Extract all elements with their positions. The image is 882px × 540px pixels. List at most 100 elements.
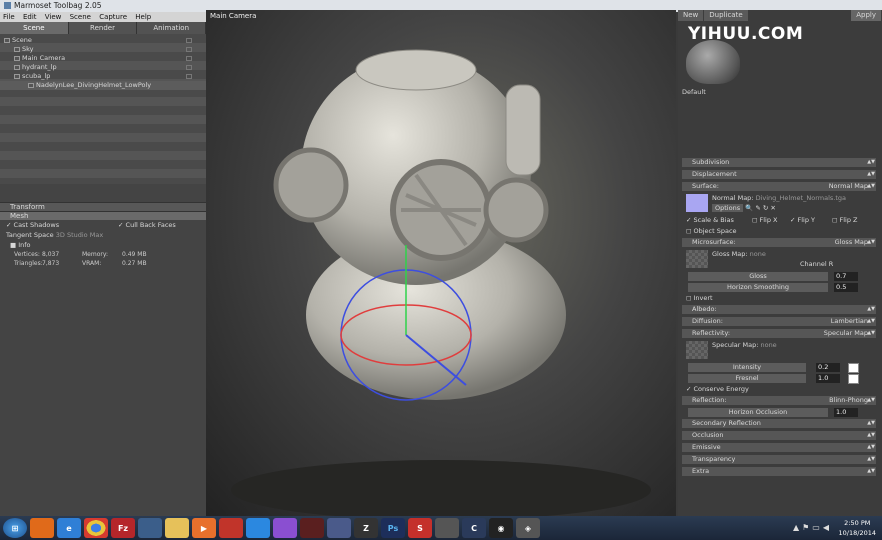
reflectivity-select[interactable]: Specular Map xyxy=(824,329,868,338)
toolbag-icon[interactable] xyxy=(435,518,459,538)
app-icon[interactable] xyxy=(273,518,297,538)
menu-help[interactable]: Help xyxy=(135,13,151,21)
intensity-slider[interactable]: Intensity xyxy=(688,363,806,372)
menu-capture[interactable]: Capture xyxy=(99,13,127,21)
tangent-space-select[interactable]: 3D Studio Max xyxy=(56,231,103,239)
menu-scene[interactable]: Scene xyxy=(70,13,91,21)
fresnel-color-swatch[interactable] xyxy=(848,374,859,384)
secondary-reflection-header[interactable]: Secondary Reflection ▲▼ xyxy=(682,419,876,428)
cull-back-faces-toggle[interactable]: ✓ Cull Back Faces xyxy=(118,220,176,230)
tree-node-main-camera[interactable]: Main Camera xyxy=(0,54,206,63)
tab-scene[interactable]: Scene xyxy=(0,22,69,34)
3d-viewport[interactable]: Main Camera xyxy=(206,10,676,516)
channel-select[interactable]: R xyxy=(829,260,834,268)
specular-map-thumbnail[interactable] xyxy=(686,341,708,359)
zbrush-icon[interactable]: Z xyxy=(354,518,378,538)
reflectivity-header[interactable]: Reflectivity: Specular Map ▲▼ xyxy=(682,329,876,338)
dropbox-icon[interactable] xyxy=(246,518,270,538)
monitor-icon[interactable] xyxy=(327,518,351,538)
menu-view[interactable]: View xyxy=(45,13,62,21)
tree-node-scene[interactable]: Scene xyxy=(0,36,206,45)
diffusion-header[interactable]: Diffusion: Lambertian ▲▼ xyxy=(682,317,876,326)
menu-file[interactable]: File xyxy=(3,13,15,21)
start-button[interactable]: ⊞ xyxy=(3,518,27,538)
reflection-header[interactable]: Reflection: Blinn-Phong ▲▼ xyxy=(682,396,876,405)
gloss-map-thumbnail[interactable] xyxy=(686,250,708,268)
visibility-checkbox[interactable] xyxy=(186,74,192,79)
visibility-checkbox[interactable] xyxy=(186,56,192,61)
tree-node-sky[interactable]: Sky xyxy=(0,45,206,54)
albedo-header[interactable]: Albedo: ▲▼ xyxy=(682,305,876,314)
microsurface-select[interactable]: Gloss Map xyxy=(835,238,868,247)
surface-select[interactable]: Normal Map xyxy=(829,182,868,191)
tab-animation[interactable]: Animation xyxy=(137,22,207,34)
visibility-checkbox[interactable] xyxy=(186,47,192,52)
occlusion-header[interactable]: Occlusion ▲▼ xyxy=(682,431,876,440)
horizon-smoothing-slider[interactable]: Horizon Smoothing xyxy=(688,283,828,292)
check-icon[interactable]: ✓ xyxy=(686,216,691,224)
flip-x-toggle[interactable]: ◻ Flip X xyxy=(752,216,777,225)
menu-edit[interactable]: Edit xyxy=(23,13,37,21)
system-tray[interactable]: ▲⚑▭◀ xyxy=(793,523,832,532)
explorer-icon[interactable] xyxy=(165,518,189,538)
check-icon[interactable]: ✓ xyxy=(118,221,123,229)
photoshop-icon[interactable]: Ps xyxy=(381,518,405,538)
firefox-icon[interactable] xyxy=(30,518,54,538)
maya-icon[interactable] xyxy=(138,518,162,538)
transparency-header[interactable]: Transparency ▲▼ xyxy=(682,455,876,464)
gloss-input[interactable]: 0.7 xyxy=(834,272,858,281)
app-icon[interactable]: ◈ xyxy=(516,518,540,538)
displacement-header[interactable]: Displacement ▲▼ xyxy=(682,170,876,179)
tree-node-scuba[interactable]: scuba_lp xyxy=(0,72,206,81)
tab-render[interactable]: Render xyxy=(68,22,138,34)
material-thumbnail[interactable] xyxy=(686,40,740,84)
intensity-color-swatch[interactable] xyxy=(848,363,859,373)
horizon-occlusion-input[interactable]: 1.0 xyxy=(834,408,858,417)
normal-map-thumbnail[interactable] xyxy=(686,194,708,212)
new-button[interactable]: New xyxy=(678,10,704,21)
visibility-checkbox[interactable] xyxy=(186,38,192,43)
expand-icon[interactable] xyxy=(4,38,10,43)
fresnel-input[interactable]: 1.0 xyxy=(816,374,840,383)
reload-icon[interactable]: ↻ xyxy=(763,204,768,212)
marmoset-icon[interactable] xyxy=(300,518,324,538)
visibility-checkbox[interactable] xyxy=(186,65,192,70)
extra-header[interactable]: Extra ▲▼ xyxy=(682,467,876,476)
cinema-icon[interactable]: C xyxy=(462,518,486,538)
flip-z-toggle[interactable]: ◻ Flip Z xyxy=(832,216,857,225)
transform-header[interactable]: Transform xyxy=(0,202,206,211)
microsurface-header[interactable]: Microsurface: Gloss Map ▲▼ xyxy=(682,238,876,247)
tree-node-helmet[interactable]: NadelynLee_DivingHelmet_LowPoly xyxy=(0,81,206,90)
internet-explorer-icon[interactable]: e xyxy=(57,518,81,538)
clock[interactable]: 2:50 PM 10/18/2014 xyxy=(839,518,876,538)
duplicate-button[interactable]: Duplicate xyxy=(704,10,748,21)
emissive-header[interactable]: Emissive ▲▼ xyxy=(682,443,876,452)
chrome-icon[interactable] xyxy=(84,518,108,538)
edit-icon[interactable]: ✎ xyxy=(755,204,760,212)
check-icon[interactable]: ✓ xyxy=(6,221,11,229)
surface-header[interactable]: Surface: Normal Map ▲▼ xyxy=(682,182,876,191)
horizon-occlusion-slider[interactable]: Horizon Occlusion xyxy=(688,408,828,417)
fresnel-slider[interactable]: Fresnel xyxy=(688,374,806,383)
close-icon[interactable]: ✕ xyxy=(770,204,775,212)
tree-node-hydrant[interactable]: hydrant_lp xyxy=(0,63,206,72)
diffusion-select[interactable]: Lambertian xyxy=(831,317,868,326)
mesh-header[interactable]: Mesh xyxy=(0,211,206,220)
apply-button[interactable]: Apply xyxy=(851,10,881,21)
media-player-icon[interactable]: ▶ xyxy=(192,518,216,538)
filezilla-icon[interactable]: Fz xyxy=(111,518,135,538)
snagit-icon[interactable]: S xyxy=(408,518,432,538)
object-space-row[interactable]: ◻ Object Space xyxy=(682,227,876,236)
invert-row[interactable]: ◻ Invert xyxy=(682,294,876,303)
conserve-energy-row[interactable]: ✓ Conserve Energy xyxy=(682,385,876,394)
subdivision-header[interactable]: Subdivision ▲▼ xyxy=(682,158,876,167)
app-icon[interactable] xyxy=(219,518,243,538)
options-button[interactable]: Options xyxy=(712,204,744,212)
flip-y-toggle[interactable]: ✓ Flip Y xyxy=(790,216,815,225)
intensity-input[interactable]: 0.2 xyxy=(816,363,840,372)
reflection-select[interactable]: Blinn-Phong xyxy=(829,396,868,405)
obs-icon[interactable]: ◉ xyxy=(489,518,513,538)
search-icon[interactable]: 🔍 xyxy=(745,204,753,212)
horizon-smoothing-input[interactable]: 0.5 xyxy=(834,283,858,292)
gloss-slider[interactable]: Gloss xyxy=(688,272,828,281)
